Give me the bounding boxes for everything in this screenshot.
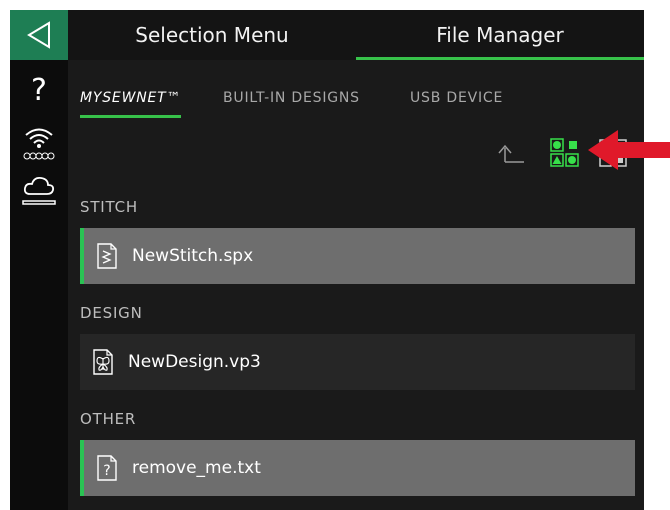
section-label-design: DESIGN [80, 304, 143, 322]
unknown-file-icon: ? [97, 455, 117, 481]
wifi-icon [23, 128, 55, 160]
section-label-stitch: STITCH [80, 198, 138, 216]
cloud-icon [22, 176, 56, 205]
help-button[interactable]: ? [10, 70, 68, 110]
top-bar: Selection Menu File Manager [68, 10, 644, 60]
up-folder-button[interactable] [496, 140, 526, 168]
subtab-label: MYSEWNET™ [80, 90, 182, 106]
subtab-mysewnet[interactable]: MYSEWNET™ [80, 90, 182, 118]
main-content: MYSEWNET™ BUILT-IN DESIGNS USB DEVICE ST… [68, 60, 644, 510]
annotation-arrow-icon [588, 130, 670, 170]
file-name: NewStitch.spx [132, 246, 254, 266]
subtab-usb-device[interactable]: USB DEVICE [410, 90, 503, 106]
subtab-built-in-designs[interactable]: BUILT-IN DESIGNS [223, 90, 360, 106]
file-row[interactable]: NewStitch.spx [80, 228, 635, 284]
stitch-file-icon [97, 243, 117, 269]
tab-label: Selection Menu [135, 23, 289, 47]
back-arrow-icon [27, 21, 50, 49]
active-subtab-underline [80, 115, 182, 118]
design-file-icon [93, 349, 113, 375]
help-icon: ? [31, 72, 47, 108]
tab-file-manager[interactable]: File Manager [356, 10, 644, 60]
file-name: remove_me.txt [132, 458, 261, 478]
sidebar: ? [10, 10, 68, 510]
wifi-button[interactable] [10, 122, 68, 166]
subtab-label: BUILT-IN DESIGNS [223, 90, 360, 106]
svg-text:?: ? [103, 463, 110, 479]
section-label-other: OTHER [80, 410, 137, 428]
subtab-label: USB DEVICE [410, 90, 504, 106]
file-manager-window: ? Selection Menu File Manager MYSEWNET™ … [10, 10, 644, 510]
back-button[interactable] [10, 10, 68, 60]
cloud-button[interactable] [10, 170, 68, 214]
file-row[interactable]: NewDesign.vp3 [80, 334, 635, 390]
file-row[interactable]: ? remove_me.txt [80, 440, 635, 496]
file-name: NewDesign.vp3 [128, 352, 261, 372]
tab-selection-menu[interactable]: Selection Menu [68, 10, 356, 60]
large-icons-view-icon [550, 138, 579, 167]
large-icons-view-button[interactable] [550, 138, 580, 168]
tab-label: File Manager [436, 23, 564, 47]
up-folder-icon [498, 144, 524, 163]
